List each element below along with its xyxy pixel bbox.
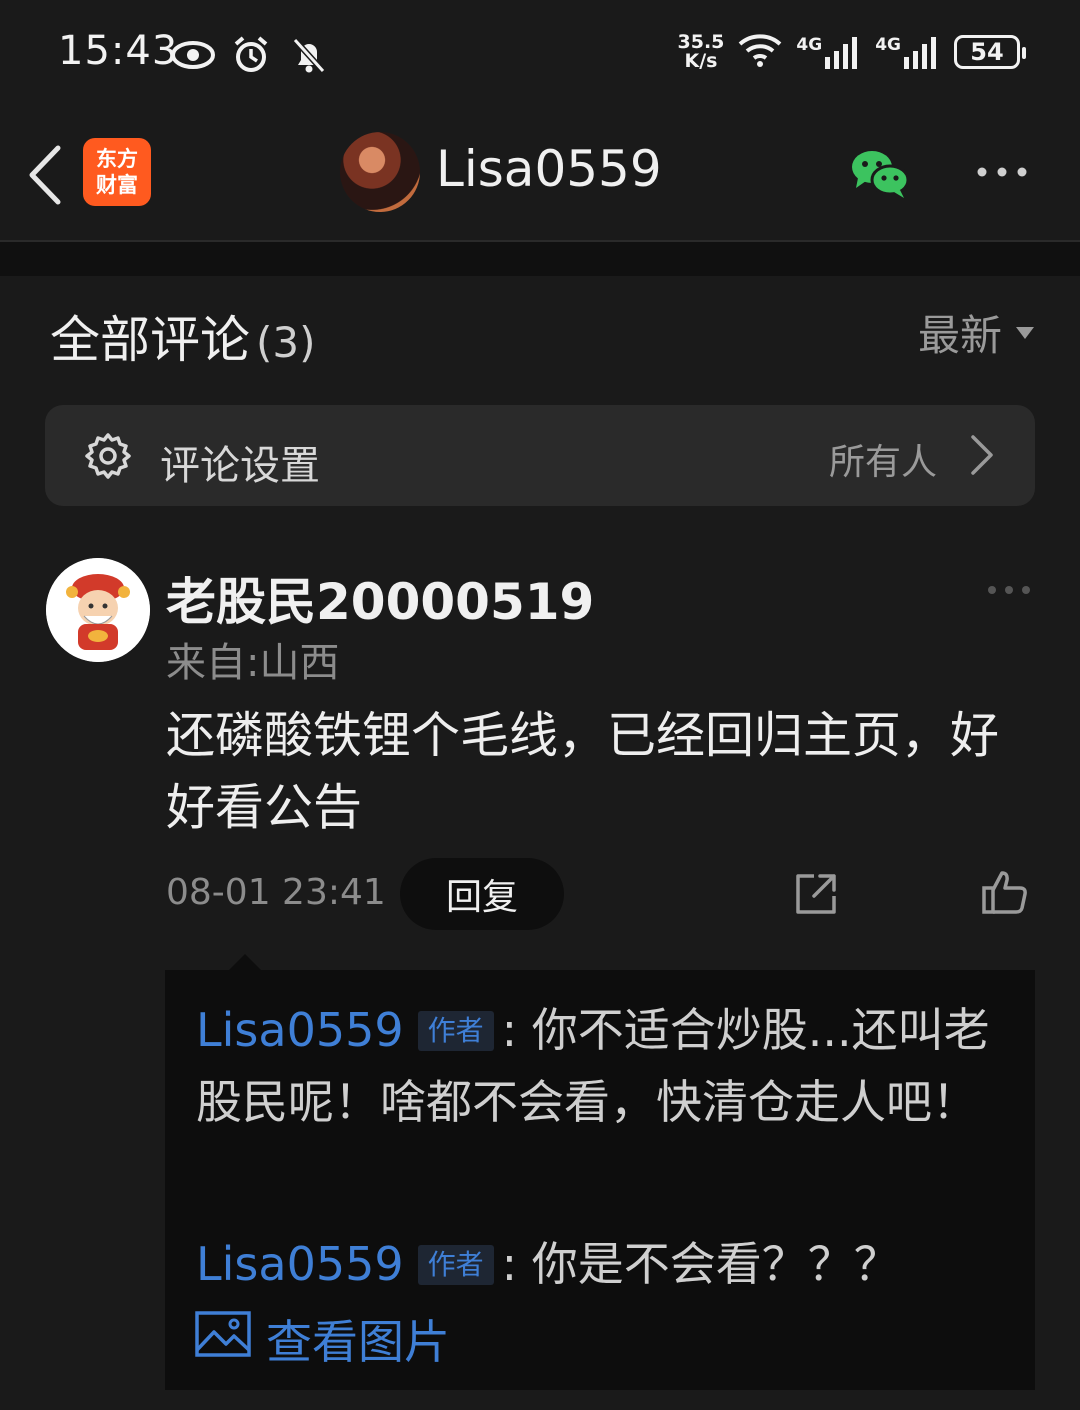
commenter-avatar[interactable] [46,558,150,662]
image-icon [194,1310,252,1369]
back-button[interactable] [22,140,72,210]
wechat-icon[interactable] [850,148,910,200]
reply-author[interactable]: Lisa0559 [196,1003,404,1057]
app-logo[interactable]: 东方 财富 [83,138,151,206]
battery-icon: 54 [954,35,1026,69]
comment-settings-label: 评论设置 [160,443,320,489]
comment-time: 08-01 23:41 [166,872,386,913]
alarm-icon [228,32,274,78]
status-time: 15:43 [58,28,179,74]
sort-label: 最新 [917,311,1002,360]
commenter-name[interactable]: 老股民20000519 [166,562,594,634]
sort-dropdown[interactable]: 最新 [918,302,1034,363]
signal-icon: 4G [875,35,940,69]
chevron-right-icon [969,433,995,477]
status-bar: 15:43 35.5 K/s 4G 4G 54 [0,0,1080,110]
author-badge: 作者 [417,1010,494,1051]
share-icon[interactable] [792,870,840,918]
wifi-icon [738,32,782,72]
signal-icon: 4G [796,35,861,69]
caret-down-icon [1016,326,1034,339]
reply-item: Lisa0559 作者: 你不适合炒股...还叫老股民呢！啥都不会看，快清仓走人吧… [196,1003,990,1129]
comments-count: (3) [256,318,316,367]
comment-text: 还磷酸铁锂个毛线，已经回归主页，好好看公告 [166,707,1000,836]
comments-title: 全部评论 (3) [50,311,316,369]
gear-icon [83,431,133,481]
comment-settings-value: 所有人 [828,442,937,483]
section-divider [0,242,1080,276]
reply-author[interactable]: Lisa0559 [196,1237,404,1291]
top-nav-bar: 东方 财富 Lisa0559 [0,110,1080,242]
author-badge: 作者 [417,1244,494,1285]
view-image-label: 查看图片 [266,1315,450,1369]
mute-bell-icon [286,32,332,78]
comment-more-icon[interactable] [984,580,1034,600]
comment-settings-row[interactable]: 评论设置 所有人 [45,405,1035,506]
page-title[interactable]: Lisa0559 [436,140,662,198]
thumbs-up-icon[interactable] [980,868,1030,918]
commenter-location: 来自:山西 [166,640,340,686]
more-options-icon[interactable] [972,160,1032,184]
eye-icon [170,32,216,78]
network-speed: 35.5 K/s [677,31,725,72]
reply-button[interactable]: 回复 [400,858,564,930]
reply-text: 你是不会看？？？ [531,1237,900,1291]
user-avatar[interactable] [340,132,420,212]
view-image-link[interactable]: 查看图片 [194,1306,450,1372]
reply-box-pointer [228,954,262,971]
reply-item: Lisa0559 作者: 你是不会看？？？ [196,1237,900,1291]
